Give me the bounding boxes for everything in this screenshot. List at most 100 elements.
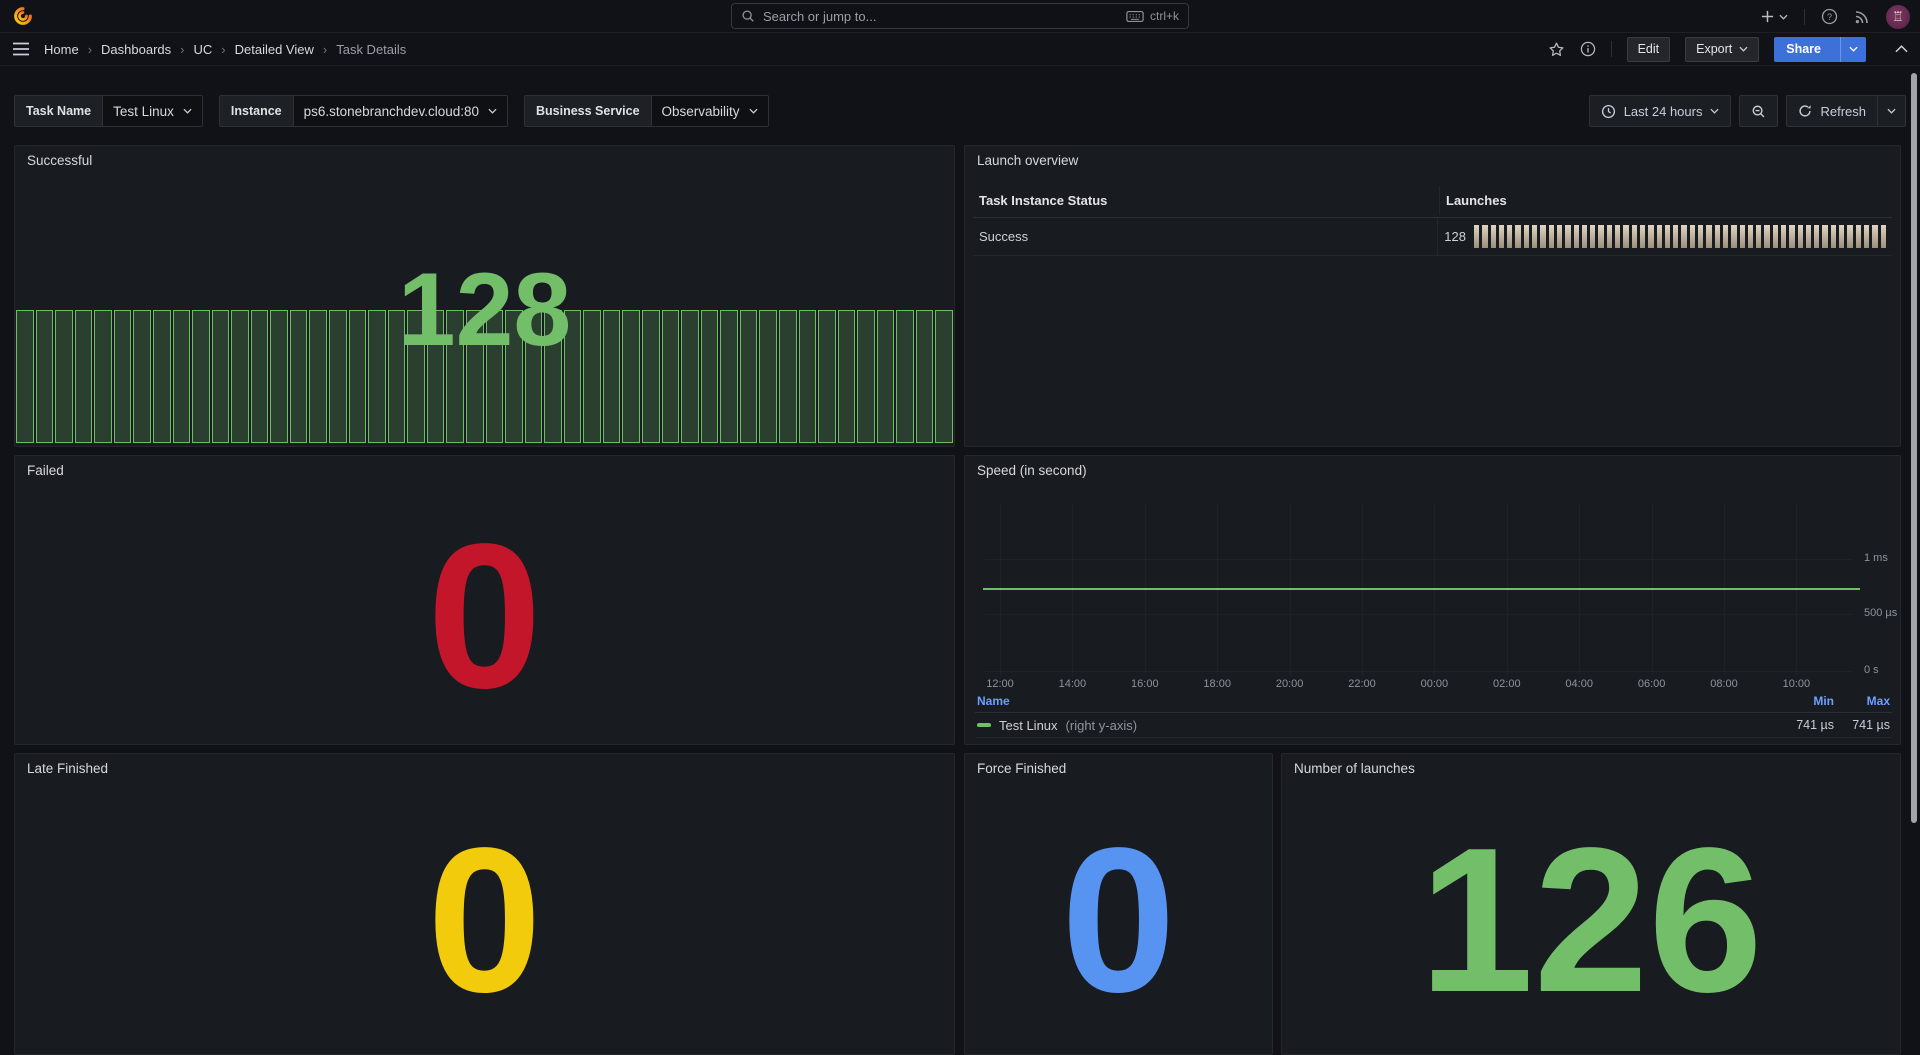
sparkline-bar	[1615, 225, 1620, 248]
breadcrumb-separator: ›	[88, 42, 92, 57]
series-name[interactable]: Test Linux	[999, 718, 1058, 733]
sparkline-bar	[1491, 225, 1496, 248]
legend-header-min[interactable]: Min	[1764, 694, 1834, 708]
series-line-test-linux	[983, 588, 1860, 590]
panel-title: Launch overview	[977, 153, 1078, 168]
x-tick-label: 10:00	[1783, 678, 1811, 690]
legend-header-name[interactable]: Name	[977, 694, 1764, 708]
help-icon[interactable]: ?	[1821, 8, 1838, 25]
refresh-label: Refresh	[1820, 104, 1866, 119]
sparkline-bar	[1789, 225, 1794, 248]
x-tick-label: 16:00	[1131, 678, 1159, 690]
news-icon[interactable]	[1854, 9, 1870, 25]
divider	[1611, 41, 1612, 57]
variable-controls: Task NameTest Linux Instanceps6.stonebran…	[14, 95, 769, 127]
star-icon[interactable]	[1548, 41, 1565, 58]
panel-number-of-launches[interactable]: Number of launches 126	[1281, 753, 1901, 1055]
sparkline-bar	[1657, 225, 1662, 248]
chevron-down-icon	[749, 108, 758, 114]
legend-header-max[interactable]: Max	[1834, 694, 1890, 708]
series-color-swatch	[977, 723, 991, 727]
breadcrumb-item-home[interactable]: Home	[44, 42, 79, 57]
panel-failed[interactable]: Failed 0	[14, 455, 955, 745]
panel-successful[interactable]: Successful 128	[14, 145, 955, 447]
breadcrumb-item-uc[interactable]: UC	[193, 42, 212, 57]
sparkline-bar	[1881, 225, 1886, 248]
filter-value-dropdown[interactable]: Test Linux	[102, 96, 202, 126]
panel-title: Successful	[27, 153, 92, 168]
panel-speed[interactable]: Speed (in second) 1 ms500 µs0 s 12:0014:…	[964, 455, 1901, 745]
dashboard-header-bar: Home›Dashboards›UC›Detailed View›Task De…	[0, 33, 1920, 66]
x-tick-label: 18:00	[1203, 678, 1231, 690]
sparkline-bar	[1748, 225, 1753, 248]
speed-y-axis-labels: 1 ms500 µs0 s	[1864, 503, 1909, 676]
filter-instance[interactable]: Instanceps6.stonebranchdev.cloud:80	[219, 95, 508, 127]
col-launches[interactable]: Launches	[1439, 186, 1892, 215]
launches-value: 128	[1444, 229, 1466, 244]
x-tick-label: 04:00	[1565, 678, 1593, 690]
panel-late-finished[interactable]: Late Finished 0	[14, 753, 955, 1055]
sparkline-bar	[1499, 225, 1504, 248]
speed-chart-plot[interactable]	[985, 503, 1853, 676]
search-icon	[741, 9, 755, 23]
user-avatar[interactable]: ♖	[1886, 5, 1910, 29]
new-menu-button[interactable]	[1761, 10, 1788, 23]
menu-icon[interactable]	[12, 42, 30, 56]
chevron-down-icon	[1779, 14, 1788, 20]
breadcrumb: Home›Dashboards›UC›Detailed View›Task De…	[44, 42, 406, 57]
x-tick-label: 02:00	[1493, 678, 1521, 690]
y-tick-label: 0 s	[1864, 664, 1879, 676]
sparkline-bar	[1565, 225, 1570, 248]
chevron-down-icon	[1710, 108, 1719, 114]
x-tick-label: 00:00	[1421, 678, 1449, 690]
table-row: Success 128	[973, 218, 1892, 256]
y-gridline	[985, 559, 1853, 560]
breadcrumb-item-dashboards[interactable]: Dashboards	[101, 42, 171, 57]
info-icon[interactable]	[1580, 41, 1596, 57]
grafana-logo-icon[interactable]	[12, 5, 34, 27]
sparkline-bar	[1665, 225, 1670, 248]
filter-business-service[interactable]: Business ServiceObservability	[524, 95, 769, 127]
sparkline-bar	[1640, 225, 1645, 248]
refresh-button[interactable]: Refresh	[1786, 95, 1906, 127]
sparkline-bar	[1557, 225, 1562, 248]
panel-launch-overview[interactable]: Launch overview Task Instance Status Lau…	[964, 145, 1901, 447]
panel-force-finished[interactable]: Force Finished 0	[964, 753, 1273, 1055]
sparkline-bar	[1574, 225, 1579, 248]
panel-title: Number of launches	[1294, 761, 1415, 776]
breadcrumb-item-detailed-view[interactable]: Detailed View	[235, 42, 314, 57]
filter-value-dropdown[interactable]: ps6.stonebranchdev.cloud:80	[293, 96, 507, 126]
filter-value-dropdown[interactable]: Observability	[651, 96, 768, 126]
sparkline-bar	[1549, 225, 1554, 248]
sparkline-bar	[1773, 225, 1778, 248]
divider	[1804, 9, 1805, 25]
edit-label: Edit	[1638, 42, 1660, 56]
edit-button[interactable]: Edit	[1627, 37, 1671, 62]
x-tick-label: 12:00	[986, 678, 1014, 690]
refresh-main[interactable]: Refresh	[1787, 96, 1877, 126]
sparkline-bar	[1864, 225, 1869, 248]
sparkline-bar	[1856, 225, 1861, 248]
col-task-instance-status[interactable]: Task Instance Status	[973, 184, 1439, 217]
sparkline-bar	[1872, 225, 1877, 248]
speed-legend: Name Min Max Test Linux (right y-axis) 7…	[975, 694, 1892, 738]
legend-row: Test Linux (right y-axis) 741 µs 741 µs	[975, 713, 1892, 738]
sparkline-bar	[1847, 225, 1852, 248]
page-scrollbar[interactable]	[1911, 73, 1917, 823]
refresh-interval-dropdown[interactable]	[1877, 96, 1905, 126]
y-gridline	[985, 671, 1853, 672]
filter-task-name[interactable]: Task NameTest Linux	[14, 95, 203, 127]
y-tick-label: 500 µs	[1864, 607, 1897, 619]
export-button[interactable]: Export	[1685, 37, 1759, 62]
x-tick-label: 20:00	[1276, 678, 1304, 690]
clock-icon	[1601, 104, 1616, 119]
time-range-picker[interactable]: Last 24 hours	[1589, 95, 1732, 127]
zoom-out-button[interactable]	[1739, 95, 1778, 127]
search-input[interactable]: Search or jump to... ctrl+k	[731, 3, 1189, 29]
caret-up-icon[interactable]	[1895, 45, 1908, 53]
sparkline-bar	[1598, 225, 1603, 248]
share-dropdown-button[interactable]	[1840, 37, 1866, 62]
sparkline-bar	[1806, 225, 1811, 248]
share-button[interactable]: Share	[1774, 37, 1866, 62]
sparkline-bar	[1715, 225, 1720, 248]
